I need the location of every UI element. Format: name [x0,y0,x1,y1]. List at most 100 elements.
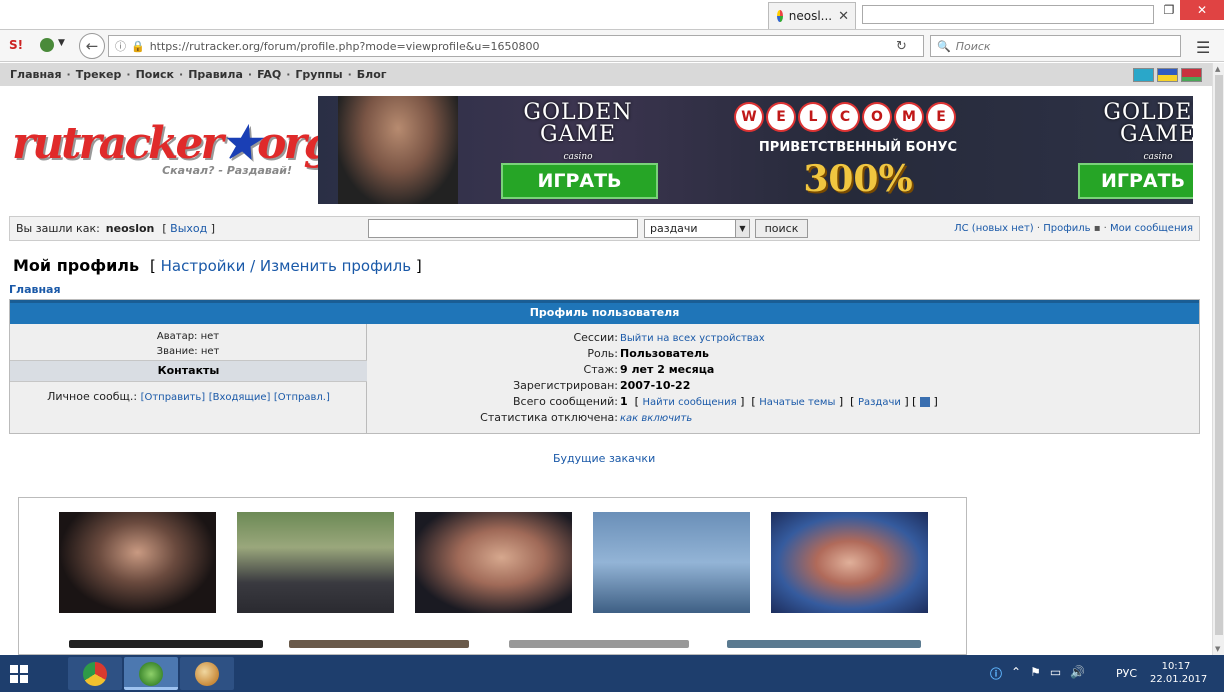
posts-count: 1 [620,395,628,408]
taskbar-chrome-button[interactable] [68,657,122,690]
back-button[interactable]: ← [79,33,105,59]
news-thumb-row2-2[interactable] [289,640,469,648]
news-thumb-2[interactable] [237,512,394,613]
clock-date: 22.01.2017 [1150,674,1208,685]
enable-stats-link[interactable]: как включить [620,413,692,424]
role-value: Пользователь [620,347,709,360]
news-thumb-4[interactable] [593,512,750,613]
network-icon[interactable]: ⚑ [1030,665,1041,682]
windows-taskbar: ⓘ ⌃ ⚑ ▭ 🔊 РУС 10:17 22.01.2017 [0,655,1224,692]
news-thumb-row2-3[interactable] [509,640,689,648]
banner-play-button-right[interactable]: ИГРАТЬ [1078,163,1193,199]
tab-favicon-icon [777,10,783,22]
user-links: ЛС (новых нет) · Профиль ▪ · Мои сообщен… [954,223,1193,234]
taskbar-paint-button[interactable] [180,657,234,690]
news-thumb-3[interactable] [415,512,572,613]
future-downloads-link[interactable]: Будущие закачки [553,452,655,465]
releases-link[interactable]: Раздачи [858,397,901,408]
window-close-button[interactable]: ✕ [1180,0,1224,20]
taskbar-clock[interactable]: 10:17 22.01.2017 [1150,660,1208,686]
site-logo[interactable]: rutracker★org Скачал? - Раздавай! [12,118,334,186]
menu-item-groups[interactable]: Группы [295,68,342,81]
windows-start-icon[interactable] [10,665,28,683]
page-scrollbar[interactable]: ▲ ▼ [1212,63,1224,655]
banner-brand-right: GOLDEN GAME casino [1103,100,1193,163]
logo-slogan: Скачал? - Раздавай! [162,164,292,177]
menu-item-search[interactable]: Поиск [136,68,174,81]
profile-right-column: Сессии: Выйти на всех устройствах Роль: … [368,324,1201,434]
banner-bonus-text: ПРИВЕТСТВЕННЫЙ БОНУС [758,140,958,155]
reload-icon[interactable]: ↻ [896,39,907,54]
pm-link[interactable]: ЛС (новых нет) [954,223,1034,234]
logout-link[interactable]: Выход [170,222,207,235]
monitor-icon[interactable]: ▭ [1050,665,1061,682]
banner-play-button-left[interactable]: ИГРАТЬ [501,163,658,199]
tab-close-icon[interactable]: ✕ [838,9,849,24]
casino-banner-ad[interactable]: GOLDEN GAME casino ИГРАТЬ W E L C O M E … [318,96,1193,204]
started-topics-link[interactable]: Начатые темы [759,397,835,408]
menu-item-rules[interactable]: Правила [188,68,243,81]
chevron-down-icon[interactable]: ▼ [58,38,65,48]
volume-icon[interactable]: 🔊 [1070,665,1085,682]
flag-ukraine-icon[interactable] [1157,68,1178,82]
chevron-down-icon[interactable]: ▼ [735,220,749,237]
logout-all-devices-link[interactable]: Выйти на всех устройствах [620,333,765,344]
pm-send-link[interactable]: [Отправить] [141,392,206,403]
logout-bracket: [ Выход ] [162,222,216,235]
find-posts-link[interactable]: Найти сообщения [642,397,736,408]
url-text[interactable]: https://rutracker.org/forum/profile.php?… [150,40,540,53]
tray-chevron-up-icon[interactable]: ⌃ [1011,665,1021,682]
news-thumb-row2-1[interactable] [69,640,263,648]
info-icon[interactable]: ⓘ [990,665,1002,682]
pm-inbox-link[interactable]: [Входящие] [209,392,271,403]
clock-time: 10:17 [1161,661,1191,672]
quick-search-input[interactable] [368,219,638,238]
language-indicator[interactable]: РУС [1116,667,1137,680]
hamburger-menu-icon[interactable]: ☰ [1196,38,1210,57]
window-restore-button[interactable]: ❐ [1158,0,1180,20]
news-thumbnails-box [18,497,967,655]
page-title: Мой профиль [13,256,140,275]
banner-brand-left: GOLDEN GAME casino [523,100,633,163]
logo-text-main: rutracker [12,118,224,169]
tab-title: neosl... [788,9,833,23]
menu-item-blog[interactable]: Блог [357,68,387,81]
new-tab-area[interactable] [862,5,1154,24]
my-posts-link[interactable]: Мои сообщения [1110,223,1193,234]
globe-icon[interactable] [40,38,54,52]
browser-search-input[interactable]: 🔍 Поиск [930,35,1181,57]
flag-kazakhstan-icon[interactable] [1133,68,1154,82]
menu-item-tracker[interactable]: Трекер [76,68,122,81]
addon-s-icon[interactable]: S! [9,38,23,52]
lock-icon: 🔒 [131,39,145,53]
stats-row: Статистика отключена: как включить [480,411,693,424]
chrome-icon [83,662,107,686]
search-scope-select[interactable]: раздачи ▼ [644,219,750,238]
scrollbar-thumb[interactable] [1215,75,1223,635]
posts-row: Всего сообщений: 1 [ Найти сообщения ] [… [513,395,938,408]
settings-bracket: [ Настройки / Изменить профиль ] [150,257,422,275]
news-thumb-1[interactable] [59,512,216,613]
rss-icon[interactable] [919,397,930,407]
breadcrumb[interactable]: Главная [9,283,61,296]
menu-item-faq[interactable]: FAQ [257,68,281,81]
menu-item-home[interactable]: Главная [10,68,62,81]
address-bar[interactable]: ⓘ 🔒 https://rutracker.org/forum/profile.… [108,35,924,57]
profile-link[interactable]: Профиль [1043,223,1090,234]
search-button[interactable]: поиск [755,219,808,238]
scroll-down-icon[interactable]: ▼ [1215,645,1220,653]
news-thumb-row2-4[interactable] [727,640,921,648]
pm-sent-link[interactable]: [Отправл.] [274,392,330,403]
news-thumb-5[interactable] [771,512,928,613]
search-placeholder: Поиск [955,39,991,53]
settings-link[interactable]: Настройки / Изменить профиль [161,257,411,275]
rank-text: Звание: нет [156,346,220,357]
info-icon[interactable]: ⓘ [115,38,126,54]
scroll-up-icon[interactable]: ▲ [1215,65,1220,73]
logo-star-icon: ★ [220,118,260,169]
avatar-text: Аватар: нет [156,331,220,342]
browser-tab-strip: neosl... ✕ ❐ ✕ [0,0,1224,30]
browser-tab[interactable]: neosl... ✕ [768,2,856,29]
taskbar-browser-button[interactable] [124,657,178,690]
flag-belarus-icon[interactable] [1181,68,1202,82]
